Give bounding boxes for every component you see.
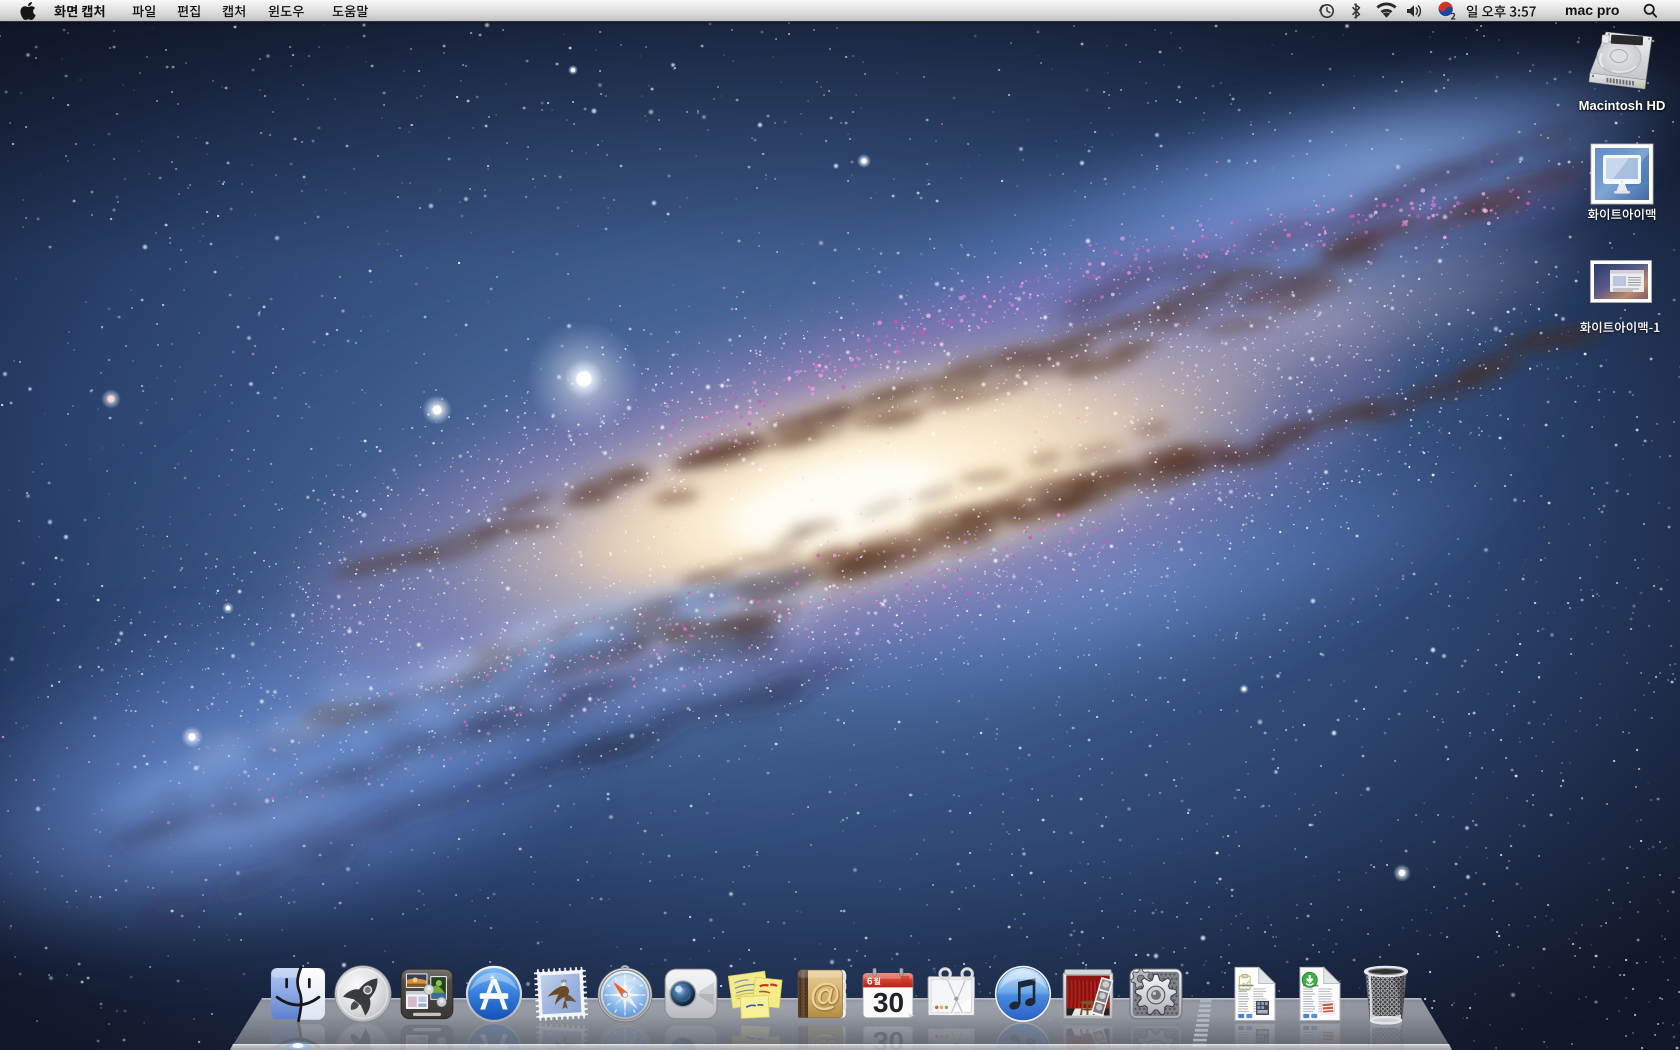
svg-text:@: @ — [810, 977, 841, 1012]
svg-text:30: 30 — [873, 987, 904, 1018]
svg-text:6: 6 — [867, 977, 873, 988]
